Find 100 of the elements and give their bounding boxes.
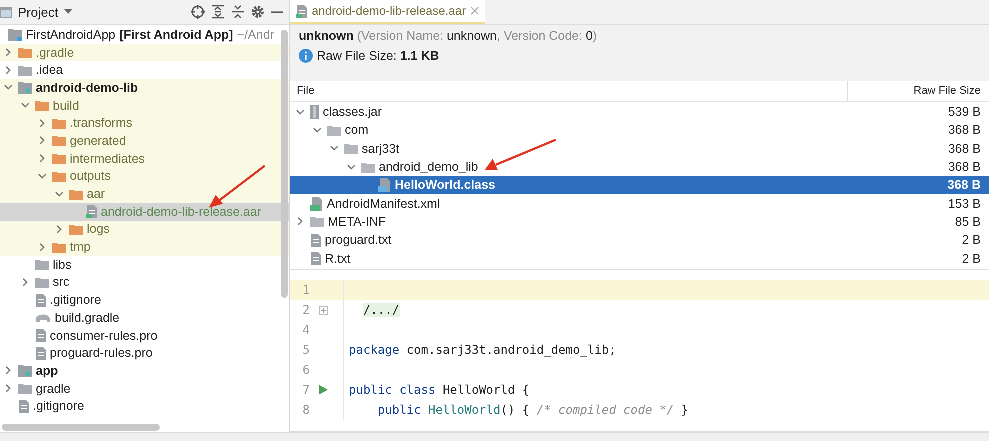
tree-item[interactable]: generated — [0, 132, 289, 150]
annotation-arrow — [209, 165, 266, 208]
module-folder-icon — [18, 364, 32, 377]
line-number: 6 — [302, 363, 310, 377]
folder-icon — [18, 47, 32, 58]
file-size-cell-text: 368 B — [947, 160, 982, 174]
file-row[interactable]: META-INF 85 B — [290, 212, 989, 232]
tree-item[interactable]: .gitignore — [0, 397, 289, 416]
info-icon — [299, 49, 313, 63]
file-name-cell: proguard.txt — [325, 233, 392, 248]
code-line: package com.sarj33t.android_demo_lib; — [349, 343, 616, 357]
ignore-file-icon — [18, 400, 29, 413]
file-name-cell: classes.jar — [323, 105, 382, 120]
file-size-cell-text: 2 B — [961, 252, 982, 266]
minimize-icon[interactable] — [271, 10, 283, 14]
file-name-cell: android_demo_lib — [379, 160, 478, 174]
file-size-cell-text: 368 B — [947, 123, 982, 138]
line-number: 4 — [302, 323, 310, 337]
ignore-file-icon — [35, 294, 46, 307]
folder-icon — [52, 153, 66, 164]
file-size-cell-text: 368 B — [947, 142, 982, 156]
tree-item[interactable]: libs — [0, 256, 289, 274]
file-row[interactable]: sarj33t 368 B — [290, 140, 989, 158]
tree-item[interactable]: intermediates — [0, 150, 289, 168]
folder-icon — [52, 242, 66, 253]
settings-icon[interactable] — [251, 5, 265, 19]
scrollbar-thumb[interactable] — [2, 424, 160, 430]
file-name-cell: com — [345, 123, 369, 138]
file-size-cell-text: 85 B — [954, 214, 982, 229]
crosshair-icon[interactable] — [191, 5, 205, 19]
text-file-icon — [35, 329, 46, 342]
file-name-cell: R.txt — [325, 252, 351, 266]
text-file-icon — [310, 252, 321, 266]
close-icon[interactable] — [471, 7, 480, 15]
tree-item[interactable]: src — [0, 274, 289, 292]
file-name-cell: HelloWorld.class — [395, 178, 496, 192]
tree-item[interactable]: .transforms — [0, 114, 289, 132]
tree-item[interactable]: proguard-rules.pro — [0, 344, 289, 362]
tree-item[interactable]: FirstAndroidApp [First Android App] ~/Andr — [0, 26, 289, 44]
editor-tab[interactable]: android-demo-lib-release.aar — [290, 0, 486, 24]
fold-icon[interactable] — [318, 306, 328, 314]
annotation-arrow — [485, 138, 556, 170]
folder-icon — [310, 216, 324, 228]
view-selector[interactable]: Project — [0, 4, 78, 20]
file-row[interactable]: com 368 B — [290, 121, 989, 140]
tree-item[interactable]: tmp — [0, 238, 289, 256]
folder-icon — [327, 124, 341, 136]
caret-icon — [64, 9, 74, 15]
project-folder-icon — [8, 28, 22, 41]
code-line: public HelloWorld() { /* compiled code */ } — [376, 403, 689, 417]
module-folder-icon — [18, 82, 32, 94]
file-row[interactable]: proguard.txt 2 B — [290, 231, 989, 250]
expand-all-icon[interactable] — [211, 5, 225, 19]
file-row[interactable]: android_demo_lib 368 B — [290, 158, 989, 176]
line-number: 7 — [302, 383, 310, 397]
folder-icon — [35, 276, 49, 288]
file-name-cell: AndroidManifest.xml — [327, 196, 440, 211]
scrollbar-thumb[interactable] — [281, 30, 288, 298]
file-row[interactable]: R.txt 2 B — [290, 249, 989, 268]
tree-item[interactable]: consumer-rules.pro — [0, 326, 289, 344]
tree-item[interactable]: gradle — [0, 380, 289, 398]
file-row[interactable]: classes.jar 539 B — [290, 103, 989, 122]
file-size-cell-text: 153 B — [947, 196, 982, 211]
folder-icon — [69, 188, 83, 200]
elephant-icon — [35, 312, 51, 323]
file-row[interactable]: HelloWorld.class 368 B — [290, 176, 989, 194]
tree-item[interactable]: .gradle — [0, 44, 289, 62]
folder-icon — [18, 383, 32, 394]
tree-item[interactable]: app — [0, 362, 289, 380]
line-number: 2 — [302, 303, 310, 317]
column-header[interactable]: Raw File Size — [847, 81, 989, 101]
manifest-file-icon — [310, 196, 323, 211]
version-summary: unknown (Version Name: unknown, Version Code: 0) — [299, 29, 598, 43]
folder-icon — [52, 118, 66, 129]
column-header[interactable]: File — [290, 85, 847, 97]
archive-icon — [310, 105, 319, 120]
line-number: 1 — [302, 283, 310, 297]
tree-item[interactable]: android-demo-lib — [0, 79, 289, 97]
file-name-cell: sarj33t — [362, 142, 400, 156]
archive-file-icon — [86, 205, 97, 218]
collapse-all-icon[interactable] — [231, 5, 245, 19]
file-size-cell-text: 539 B — [947, 105, 982, 120]
folder-icon — [52, 135, 66, 146]
tree-item[interactable]: logs — [0, 220, 289, 238]
tree-item[interactable]: aar — [0, 185, 289, 203]
tree-item[interactable]: .idea — [0, 61, 289, 80]
file-row[interactable]: AndroidManifest.xml 153 B — [290, 194, 989, 213]
text-file-icon — [310, 234, 321, 247]
project-view-icon — [0, 6, 12, 18]
folder-icon — [344, 143, 358, 154]
tree-item[interactable]: build — [0, 96, 289, 114]
folder-icon — [35, 100, 49, 112]
folder-icon — [18, 64, 32, 76]
tree-item[interactable]: build.gradle — [0, 309, 289, 327]
tree-item[interactable]: .gitignore — [0, 291, 289, 309]
file-size-cell-text: 368 B — [946, 178, 982, 192]
tree-item[interactable]: outputs — [0, 168, 289, 186]
file-size-cell-text: 2 B — [961, 233, 982, 248]
folder-icon — [35, 259, 49, 270]
run-icon[interactable] — [318, 385, 328, 395]
